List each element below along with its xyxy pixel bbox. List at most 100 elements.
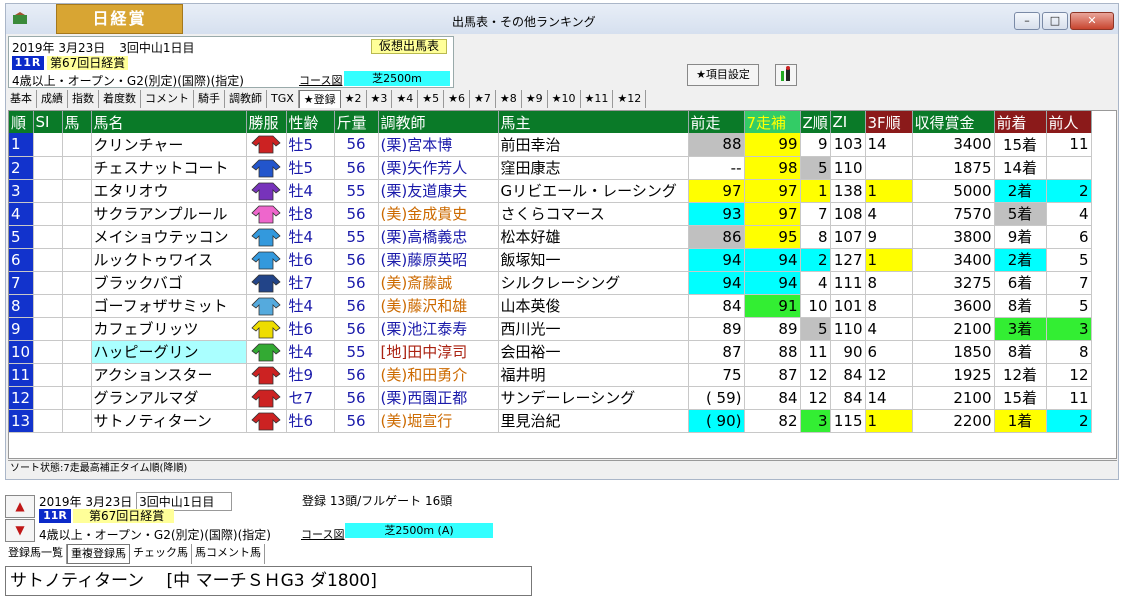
lower-tab-3[interactable]: 馬コメント馬 xyxy=(192,544,265,564)
tab-1[interactable]: 成績 xyxy=(37,90,68,108)
prev-popularity: 5 xyxy=(1046,248,1092,272)
tab-2[interactable]: 指数 xyxy=(68,90,99,108)
lower-tabs: 登録馬一覧 重複登録馬 チェック馬 馬コメント馬 xyxy=(5,544,265,564)
maximize-button[interactable]: □ xyxy=(1042,12,1068,30)
weight: 56 xyxy=(334,386,379,410)
prev-finish: 1着 xyxy=(994,409,1047,433)
race-title-tab[interactable]: 日経賞 xyxy=(56,4,183,34)
tab-6[interactable]: 調教師 xyxy=(225,90,267,108)
table-row[interactable]: 5 メイショウテッコン 牡4 55 (栗)高橋義忠 松本好雄 86 95 8 107 9 3800 9着… xyxy=(9,225,1092,249)
lower-tab-2[interactable]: チェック馬 xyxy=(130,544,192,564)
tab-10[interactable]: ★3 xyxy=(367,90,393,108)
window-title: 出馬表・その他ランキング xyxy=(452,15,596,29)
zi-index: 127 xyxy=(830,248,866,272)
jockey-silk-icon xyxy=(251,228,281,246)
col-header-0[interactable]: 順 xyxy=(9,111,34,133)
weight: 56 xyxy=(334,202,379,226)
tab-16[interactable]: ★9 xyxy=(522,90,548,108)
course-map-link[interactable]: コース図 xyxy=(299,72,342,88)
prev-finish: 9着 xyxy=(994,225,1047,249)
tab-15[interactable]: ★8 xyxy=(496,90,522,108)
col-header-9[interactable]: 前走 xyxy=(688,111,745,133)
prev-race-button[interactable]: ▲ xyxy=(5,495,35,518)
col-header-10[interactable]: 7走補 xyxy=(744,111,801,133)
table-row[interactable]: 1 クリンチャー 牡5 56 (栗)宮本博 前田幸治 88 99 9 103 14 3400 15着 11 xyxy=(9,133,1092,157)
col-header-5[interactable]: 性齢 xyxy=(286,111,335,133)
col-header-4[interactable]: 勝服 xyxy=(246,111,287,133)
owner: 松本好雄 xyxy=(498,225,689,249)
sex-age: 牡6 xyxy=(286,248,335,272)
tab-18[interactable]: ★11 xyxy=(581,90,614,108)
horse-mark-cell xyxy=(62,133,92,157)
tab-9[interactable]: ★2 xyxy=(341,90,367,108)
next-race-button[interactable]: ▼ xyxy=(5,519,35,542)
si-cell xyxy=(33,225,63,249)
tab-4[interactable]: コメント xyxy=(141,90,194,108)
minimize-button[interactable]: – xyxy=(1014,12,1040,30)
table-row[interactable]: 10 ハッピーグリン 牡4 55 [地]田中淳司 会田裕一 87 88 11 90 6 1850 8着 8 xyxy=(9,340,1092,364)
table-row[interactable]: 7 ブラックバゴ 牡7 56 (美)斎藤誠 シルクレーシング 94 94 4 111 8 3275 6着… xyxy=(9,271,1092,295)
entry-table-container: 順 SI 馬馬名 勝服 性齢 斤量 調教師 馬主 前走 7走補 Z順 ZI 3F順 収得賞金 前着 前人 1 ク… xyxy=(8,110,1117,459)
table-row[interactable]: 4 サクラアンプルール 牡8 56 (美)金成貴史 さくらコマース 93 97 7 108 4 757… xyxy=(9,202,1092,226)
table-row[interactable]: 9 カフェブリッツ 牡6 56 (栗)池江泰寿 西川光一 89 89 5 110 4 2100 3着 3 xyxy=(9,317,1092,341)
tool-button[interactable] xyxy=(775,64,797,86)
table-row[interactable]: 2 チェスナットコート 牡5 56 (栗)矢作芳人 窪田康志 -- 98 5 110 1875 14着 xyxy=(9,156,1092,180)
row-number: 8 xyxy=(9,294,34,318)
tab-7[interactable]: TGX xyxy=(267,90,299,108)
earned-prize: 3600 xyxy=(912,294,995,318)
zi-index: 115 xyxy=(830,409,866,433)
si-cell xyxy=(33,202,63,226)
tab-12[interactable]: ★5 xyxy=(418,90,445,108)
item-settings-button[interactable]: ★項目設定 xyxy=(687,64,759,86)
col-header-15[interactable]: 前着 xyxy=(994,111,1047,133)
si-cell xyxy=(33,294,63,318)
col-header-8[interactable]: 馬主 xyxy=(498,111,689,133)
tab-0[interactable]: 基本 xyxy=(6,90,37,108)
col-header-11[interactable]: Z順 xyxy=(800,111,831,133)
tab-3[interactable]: 着度数 xyxy=(99,90,141,108)
col-header-14[interactable]: 収得賞金 xyxy=(912,111,995,133)
col-header-3[interactable]: 馬名 xyxy=(91,111,247,133)
trainer-name: 高橋義忠 xyxy=(407,228,468,246)
lower-tab-0[interactable]: 登録馬一覧 xyxy=(5,544,67,564)
table-row[interactable]: 12 グランアルマダ セ7 56 (栗)西園正都 サンデーレーシング( 59) 84 12 84… xyxy=(9,386,1092,410)
stable-affiliation: (栗) xyxy=(380,159,408,177)
table-row[interactable]: 6 ルックトゥワイス 牡6 56 (栗)藤原英昭 飯塚知一 94 94 2 127 1 3400 2着 5 xyxy=(9,248,1092,272)
tab-19[interactable]: ★12 xyxy=(613,90,647,108)
tab-14[interactable]: ★7 xyxy=(470,90,496,108)
tab-17[interactable]: ★10 xyxy=(548,90,581,108)
lower-tab-1[interactable]: 重複登録馬 xyxy=(67,544,130,564)
close-button[interactable]: ✕ xyxy=(1070,12,1114,30)
col-header-12[interactable]: ZI xyxy=(830,111,866,133)
tab-8[interactable]: ★登録 xyxy=(298,90,341,108)
col-header-13[interactable]: 3F順 xyxy=(865,111,913,133)
stable-affiliation: (栗) xyxy=(380,320,408,338)
owner: 前田幸治 xyxy=(498,133,689,157)
col-header-7[interactable]: 調教師 xyxy=(378,111,499,133)
z-rank: 12 xyxy=(800,363,831,387)
prev-speed: 94 xyxy=(688,271,745,295)
tab-11[interactable]: ★4 xyxy=(392,90,419,108)
table-row[interactable]: 8 ゴーフォザサミット 牡4 56 (美)藤沢和雄 山本英俊 84 91 10 101 8 3600 8… xyxy=(9,294,1092,318)
col-header-2[interactable]: 馬 xyxy=(62,111,92,133)
z-rank: 3 xyxy=(800,409,831,433)
stable-affiliation: (栗) xyxy=(380,389,408,407)
table-row[interactable]: 13 サトノティターン 牡6 56 (美)堀宣行 里見治紀( 90) 82 3 115 1 2200… xyxy=(9,409,1092,433)
tab-5[interactable]: 騎手 xyxy=(194,90,225,108)
silk-cell xyxy=(246,179,287,203)
z-rank: 7 xyxy=(800,202,831,226)
lower-course-map-link[interactable]: コース図 xyxy=(301,526,344,542)
race-conditions: 4歳以上・オープン・G2(別定)(国際)(指定) xyxy=(12,74,244,88)
horse-memo[interactable]: サトノティターン [中 マーチＳＨG3 ダ1800] xyxy=(5,566,532,596)
z-rank: 12 xyxy=(800,386,831,410)
best7-speed: 98 xyxy=(744,156,801,180)
col-header-1[interactable]: SI xyxy=(33,111,63,133)
table-row[interactable]: 11 アクションスター 牡9 56 (美)和田勇介 福井明 75 87 12 84 12 1925 12… xyxy=(9,363,1092,387)
prev-popularity: 2 xyxy=(1046,409,1092,433)
sex-age: 牡8 xyxy=(286,202,335,226)
last3f-rank: 4 xyxy=(865,317,913,341)
col-header-6[interactable]: 斤量 xyxy=(334,111,379,133)
tab-13[interactable]: ★6 xyxy=(444,90,471,108)
table-row[interactable]: 3 エタリオウ 牡4 55 (栗)友道康夫 Gリビエール・レーシング 97 97 1 138 1 50… xyxy=(9,179,1092,203)
col-header-16[interactable]: 前人 xyxy=(1046,111,1092,133)
